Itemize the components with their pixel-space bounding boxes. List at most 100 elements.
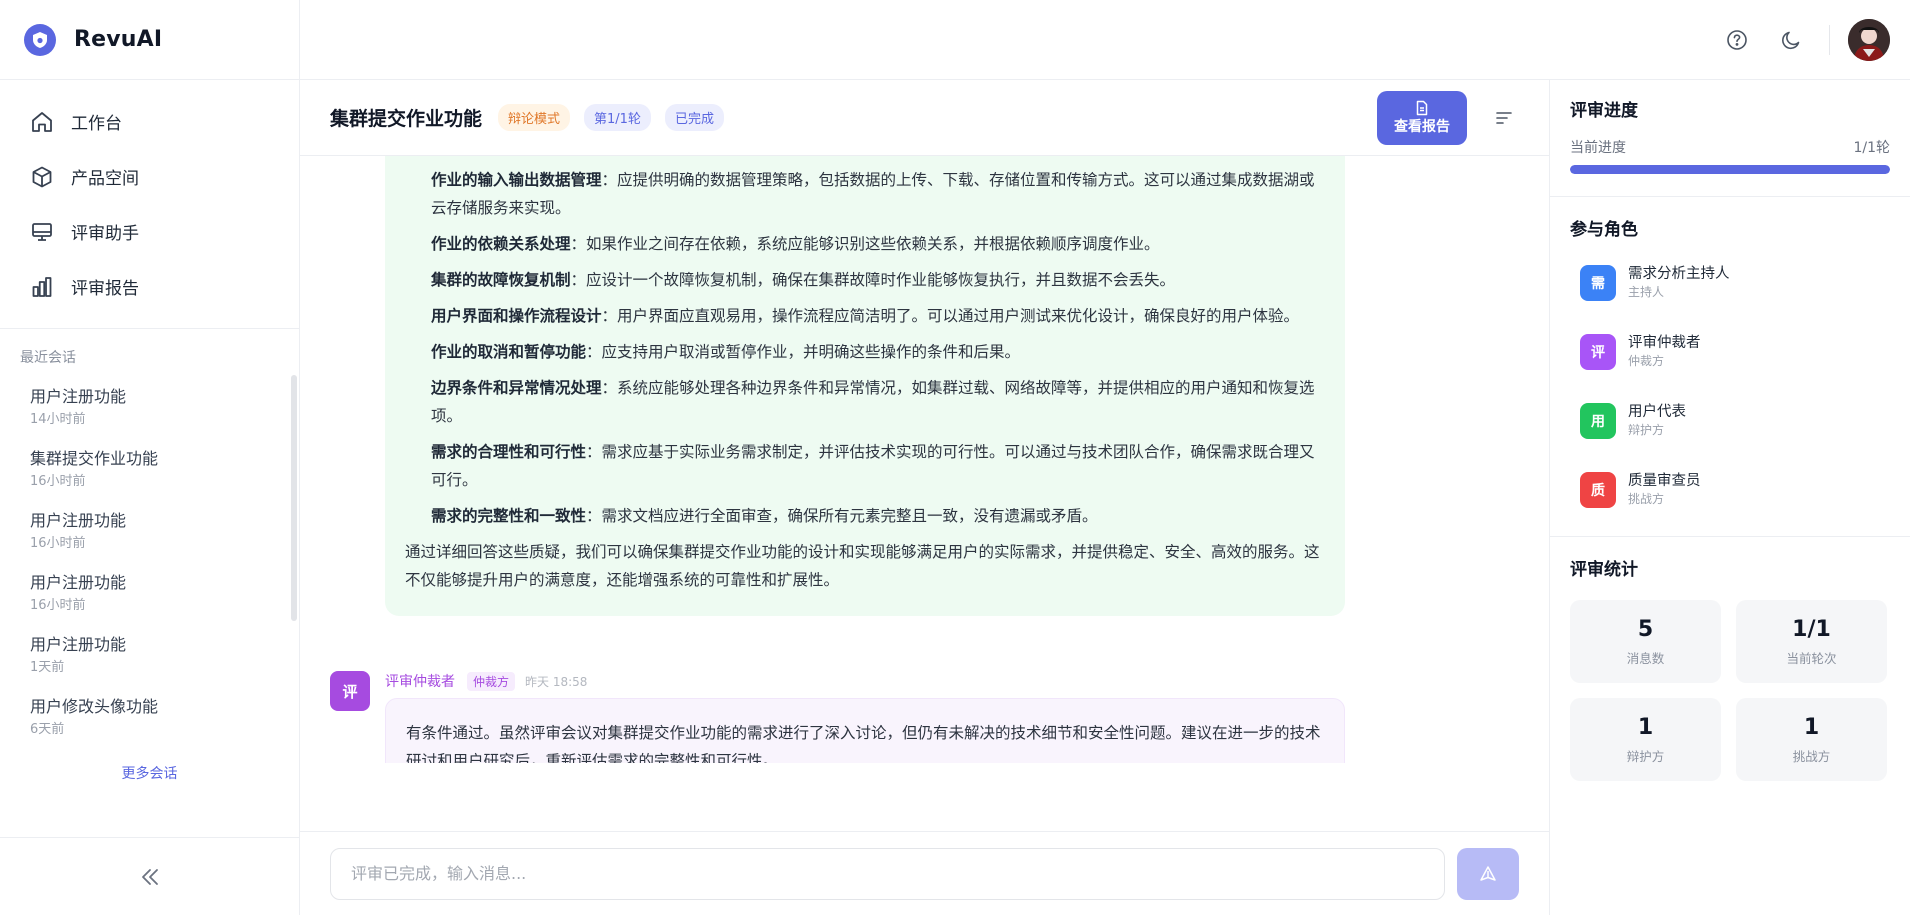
nav-item-label: 评审助手 — [71, 224, 139, 244]
recent-session-item[interactable]: 用户注册功能 16小时前 — [0, 563, 299, 625]
recent-session-title: 用户注册功能 — [30, 387, 127, 406]
review-stats-section: 评审统计 5 消息数 1/1 当前轮次 1 辩护方 1 挑战方 — [1550, 537, 1910, 799]
defender-message-bubble: 作业的输入输出数据管理：应提供明确的数据管理策略，包括数据的上传、下载、存储位置… — [385, 156, 1345, 616]
stats-grid: 5 消息数 1/1 当前轮次 1 辩护方 1 挑战方 — [1570, 600, 1890, 781]
recent-session-item[interactable]: 集群提交作业功能 16小时前 — [0, 439, 299, 501]
nav-item-label: 工作台 — [71, 114, 122, 134]
help-button[interactable] — [1717, 20, 1757, 60]
recent-session-time: 16小时前 — [30, 598, 86, 613]
participants-title: 参与角色 — [1570, 220, 1638, 240]
recent-session-item[interactable]: 用户修改头像功能 6天前 — [0, 687, 299, 749]
nav-item-product-space[interactable]: 产品空间 — [0, 149, 299, 204]
stat-card-current-round: 1/1 当前轮次 — [1736, 600, 1887, 683]
main-nav: 工作台 产品空间 评审助手 评审报告 — [0, 80, 299, 329]
monitor-icon — [32, 222, 52, 241]
stat-label: 辩护方 — [1626, 748, 1665, 764]
message-point: 作业的依赖关系处理：如果作业之间存在依赖，系统应能够识别这些依赖关系，并根据依赖… — [431, 230, 1325, 258]
participant-item[interactable]: 质 质量审查员 挑战方 — [1570, 455, 1890, 524]
menu-button[interactable] — [1489, 103, 1519, 133]
view-report-label: 查看报告 — [1394, 118, 1450, 135]
progress-label: 当前进度 — [1570, 140, 1626, 156]
status-badge: 已完成 — [664, 104, 724, 131]
point-text: ：应设计一个故障恢复机制，确保在集群故障时作业能够恢复执行，并且数据不会丢失。 — [570, 271, 1176, 289]
recent-session-item[interactable]: 用户注册功能 14小时前 — [0, 377, 299, 439]
stat-label: 挑战方 — [1792, 748, 1831, 764]
recent-session-item[interactable]: 用户注册功能 1天前 — [0, 625, 299, 687]
conversation-panel: 集群提交作业功能 辩论模式 第1/1轮 已完成 查看报告 作业的输入输出数据管理… — [300, 80, 1550, 915]
round-tag: 第1/1轮 — [584, 104, 651, 131]
moon-icon — [1782, 31, 1800, 49]
participant-avatar: 质 — [1580, 471, 1616, 508]
message-point: 用户界面和操作流程设计：用户界面应直观易用，操作流程应简洁明了。可以通过用户测试… — [431, 302, 1325, 330]
participant-role: 仲裁方 — [1628, 354, 1665, 368]
collapse-sidebar-button[interactable] — [0, 837, 299, 915]
recent-session-item[interactable]: 用户注册功能 16小时前 — [0, 501, 299, 563]
review-progress-section: 评审进度 当前进度 1/1轮 — [1550, 80, 1910, 197]
top-bar — [300, 0, 1910, 80]
point-text: ：应支持用户取消或暂停作业，并明确这些操作的条件和后果。 — [586, 343, 1021, 361]
nav-item-workbench[interactable]: 工作台 — [0, 94, 299, 149]
brand-name: RevuAI — [74, 27, 163, 52]
arbiter-message-bubble: 有条件通过。虽然评审会议对集群提交作业功能的需求进行了深入讨论，但仍有未解决的技… — [385, 698, 1345, 763]
point-heading: 作业的取消和暂停功能 — [431, 343, 587, 361]
recent-session-time: 1天前 — [30, 660, 65, 675]
cube-icon — [32, 166, 52, 187]
recent-sessions-title: 最近会话 — [20, 350, 76, 366]
message-meta: 评审仲裁者 仲裁方 昨天 18:58 — [385, 671, 587, 691]
stat-value: 5 — [1637, 616, 1654, 642]
sidebar-scrollbar[interactable] — [291, 375, 297, 621]
nav-item-label: 产品空间 — [71, 169, 139, 189]
stat-label: 消息数 — [1626, 650, 1665, 666]
user-avatar[interactable] — [1848, 18, 1890, 61]
recent-session-time: 6天前 — [30, 722, 65, 737]
point-heading: 作业的依赖关系处理 — [431, 235, 571, 253]
progress-value: 1/1轮 — [1853, 140, 1890, 156]
review-stats-title: 评审统计 — [1570, 560, 1638, 580]
brand[interactable]: RevuAI — [0, 0, 299, 80]
view-report-button[interactable]: 查看报告 — [1377, 90, 1467, 145]
stat-label: 当前轮次 — [1786, 650, 1837, 666]
point-text: ：如果作业之间存在依赖，系统应能够识别这些依赖关系，并根据依赖顺序调度作业。 — [570, 235, 1160, 253]
stat-card-messages: 5 消息数 — [1570, 600, 1721, 683]
nav-item-review-report[interactable]: 评审报告 — [0, 259, 299, 314]
nav-item-review-assistant[interactable]: 评审助手 — [0, 204, 299, 259]
recent-session-time: 16小时前 — [30, 474, 86, 489]
stat-card-defenders: 1 辩护方 — [1570, 698, 1721, 781]
participant-avatar: 评 — [1580, 333, 1616, 370]
point-heading: 作业的输入输出数据管理 — [431, 171, 602, 189]
stat-value: 1 — [1637, 714, 1654, 740]
recent-session-title: 用户修改头像功能 — [30, 697, 159, 716]
participant-avatar: 用 — [1580, 402, 1616, 439]
participant-role: 主持人 — [1628, 285, 1665, 299]
review-progress-title: 评审进度 — [1570, 101, 1638, 121]
participant-name: 用户代表 — [1628, 404, 1686, 420]
send-button[interactable] — [1457, 847, 1519, 900]
message-point: 边界条件和异常情况处理：系统应能够处理各种边界条件和异常情况，如集群过载、网络故… — [431, 374, 1325, 430]
message-timestamp: 昨天 18:58 — [525, 674, 588, 689]
participants-section: 参与角色 需 需求分析主持人 主持人 评 评审仲裁者 仲裁方 用 用户代表 辩护… — [1550, 197, 1910, 537]
message-point: 集群的故障恢复机制：应设计一个故障恢复机制，确保在集群故障时作业能够恢复执行，并… — [431, 266, 1325, 294]
participant-item[interactable]: 需 需求分析主持人 主持人 — [1570, 248, 1890, 317]
participant-name: 评审仲裁者 — [1628, 335, 1701, 351]
point-heading: 需求的合理性和可行性 — [431, 443, 587, 461]
participant-role: 挑战方 — [1628, 492, 1665, 506]
recent-session-title: 集群提交作业功能 — [30, 449, 159, 468]
dark-mode-toggle[interactable] — [1771, 20, 1811, 60]
point-heading: 需求的完整性和一致性 — [431, 507, 587, 525]
revuai-logo-icon — [24, 23, 56, 56]
conversation-title: 集群提交作业功能 — [330, 108, 483, 130]
stat-card-challengers: 1 挑战方 — [1736, 698, 1887, 781]
bar-chart-icon — [32, 276, 52, 297]
participant-item[interactable]: 评 评审仲裁者 仲裁方 — [1570, 317, 1890, 386]
review-info-panel: 评审进度 当前进度 1/1轮 参与角色 需 需求分析主持人 主持人 评 评审仲裁… — [1550, 80, 1910, 915]
more-sessions-link[interactable]: 更多会话 — [0, 763, 299, 783]
message-input[interactable] — [330, 847, 1445, 900]
message-list[interactable]: 作业的输入输出数据管理：应提供明确的数据管理策略，包括数据的上传、下载、存储位置… — [300, 156, 1549, 763]
top-bar-divider — [1829, 24, 1830, 55]
send-icon — [1480, 865, 1496, 881]
message-point: 作业的输入输出数据管理：应提供明确的数据管理策略，包括数据的上传、下载、存储位置… — [431, 166, 1325, 222]
message-summary: 通过详细回答这些质疑，我们可以确保集群提交作业功能的设计和实现能够满足用户的实际… — [405, 543, 1320, 589]
participant-item[interactable]: 用 用户代表 辩护方 — [1570, 386, 1890, 455]
stat-value: 1/1 — [1792, 616, 1831, 642]
arbiter-avatar: 评 — [330, 671, 370, 711]
